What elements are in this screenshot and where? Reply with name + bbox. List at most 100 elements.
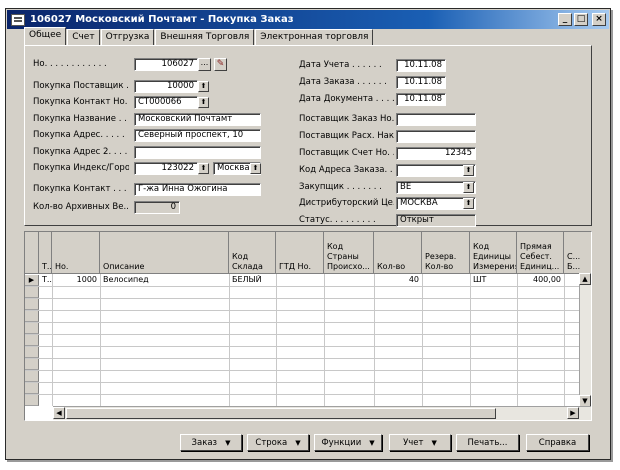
no-field[interactable]: 106027 [134,58,198,71]
window-title: 106027 Московский Почтамт - Покупка Зака… [30,14,294,25]
maximize-button[interactable]: □ [574,13,588,26]
vendor-lookup-icon[interactable]: ⬆ [198,81,209,92]
no-label: Но. . . . . . . . . . . . [33,59,107,69]
cell-direct-unit-cost[interactable]: 400,00 [517,275,564,286]
tab-general[interactable]: Общее [24,27,67,45]
dropdown-arrow-icon: ▼ [369,438,375,447]
posting-menu-button[interactable]: Учет ▼ [389,434,451,451]
col-header-quantity[interactable]: Кол-во [374,232,422,274]
row-selector-arrow-icon[interactable]: ▶ [25,275,39,286]
row-selector[interactable] [25,323,39,334]
document-date-field[interactable]: 10.11.08 [396,93,446,106]
vendor-invoice-no-label: Поставщик Счет Но. . . [299,148,394,158]
status-field: Открыт [396,214,476,227]
order-date-field[interactable]: 10.11.08 [396,76,446,89]
col-header-uom[interactable]: Код Единицы Измерения [470,232,517,274]
grid-divider [25,346,581,347]
dropdown-arrow-icon: ▼ [225,438,231,447]
vendor-name-field[interactable]: Московский Почтамт [134,113,261,126]
address-field[interactable]: Северный проспект, 10 [134,129,261,142]
close-button[interactable]: × [592,13,606,26]
col-header-type[interactable]: Т... [39,232,52,274]
title-bar[interactable]: 106027 Московский Почтамт - Покупка Зака… [7,10,609,29]
cell-uom[interactable]: ШТ [470,275,517,286]
cell-description[interactable]: Велосипед [100,275,229,286]
vendor-shipment-no-label: Поставщик Расх. Нак... [299,131,394,141]
cell-customs-no[interactable] [276,275,324,286]
row-selector[interactable] [25,383,39,394]
vendor-order-no-field[interactable] [396,113,476,126]
tab-e-commerce[interactable]: Электронная торговля [255,29,374,45]
row-selector[interactable] [25,299,39,310]
row-selector[interactable] [25,335,39,346]
vendor-no-field[interactable]: 10000 [134,80,198,93]
archived-versions-label: Кол-во Архивных Ве... [33,202,129,212]
row-selector[interactable] [25,359,39,370]
grid-divider [52,274,53,406]
grid-divider [25,394,581,395]
horizontal-scroll-thumb[interactable] [66,408,496,419]
tab-invoice[interactable]: Счет [67,29,100,45]
col-header-direct-unit-cost[interactable]: Прямая Себест. Единиц... [517,232,564,274]
col-header-reserved-qty[interactable]: Резерв. Кол-во [422,232,470,274]
status-label: Статус. . . . . . . . . [299,215,376,225]
responsibility-center-lookup-icon[interactable]: ⬆ [463,198,474,209]
line-menu-button[interactable]: Строка ▼ [247,434,309,451]
col-header-location[interactable]: Код Склада [229,232,276,274]
purchaser-label: Закупщик . . . . . . . [299,182,382,192]
grid-divider [25,322,581,323]
row-selector[interactable] [25,311,39,322]
cell-reserved-qty[interactable] [422,275,470,286]
order-address-lookup-icon[interactable]: ⬆ [463,165,474,176]
purchaser-lookup-icon[interactable]: ⬆ [463,182,474,193]
horizontal-scrollbar[interactable]: ◀ ▶ [53,406,591,420]
col-header-customs-no[interactable]: ГТД Но. [276,232,324,274]
vendor-contact-field[interactable]: Г-жа Инна Ожогина [134,183,261,196]
grid-divider [25,382,581,383]
vendor-no-label: Покупка Поставщик ... [33,81,129,91]
tab-foreign-trade[interactable]: Внешняя Торговля [155,29,255,45]
tab-shipping[interactable]: Отгрузка [100,29,155,45]
address2-field[interactable] [134,146,261,159]
postcode-field[interactable]: 123022 [134,162,198,175]
row-selector[interactable] [25,287,39,298]
cell-quantity[interactable]: 40 [374,275,422,286]
help-button[interactable]: Справка [526,434,589,451]
city-lookup-icon[interactable]: ⬆ [250,163,261,174]
tab-strip: Общее Счет Отгрузка Внешняя Торговля Эле… [24,27,374,45]
purchase-lines-grid[interactable]: Т... Но. Описание Код Склада ГТД Но. Код… [24,231,592,421]
dropdown-arrow-icon: ▼ [431,438,437,447]
contact-no-field[interactable]: CT000066 [134,96,198,109]
row-selector[interactable] [25,347,39,358]
col-header-no[interactable]: Но. [52,232,100,274]
minimize-button[interactable]: _ [558,13,572,26]
col-header-description[interactable]: Описание [100,232,229,274]
assist-edit-button[interactable]: ... [198,58,211,71]
grid-divider [25,298,581,299]
vendor-invoice-no-field[interactable]: 12345 [396,147,476,160]
postcode-lookup-icon[interactable]: ⬆ [198,163,209,174]
scroll-right-icon[interactable]: ▶ [567,407,579,419]
row-selector[interactable] [25,395,39,406]
vendor-shipment-no-field[interactable] [396,130,476,143]
vertical-scrollbar[interactable]: ▲ ▼ [579,273,591,407]
row-selector-header [25,232,39,274]
vendor-contact-label: Покупка Контакт . . . [33,184,127,194]
pencil-icon[interactable]: ✎ [214,58,227,71]
cell-type[interactable]: Т... [39,275,52,286]
posting-date-field[interactable]: 10.11.08 [396,59,446,72]
functions-menu-button[interactable]: Функции ▼ [314,434,382,451]
row-selector[interactable] [25,371,39,382]
cell-country-origin[interactable] [324,275,374,286]
print-button[interactable]: Печать... [456,434,519,451]
scroll-left-icon[interactable]: ◀ [53,407,65,419]
col-header-country-origin[interactable]: Код Страны Происхо... [324,232,374,274]
scroll-up-icon[interactable]: ▲ [579,273,591,285]
grid-divider [422,274,423,406]
cell-location[interactable]: БЕЛЫЙ [229,275,276,286]
order-menu-button[interactable]: Заказ ▼ [180,434,242,451]
cell-no[interactable]: 1000 [52,275,100,286]
col-header-extra[interactable]: С... Б... [564,232,591,274]
grid-divider [25,358,581,359]
contact-lookup-icon[interactable]: ⬆ [198,97,209,108]
